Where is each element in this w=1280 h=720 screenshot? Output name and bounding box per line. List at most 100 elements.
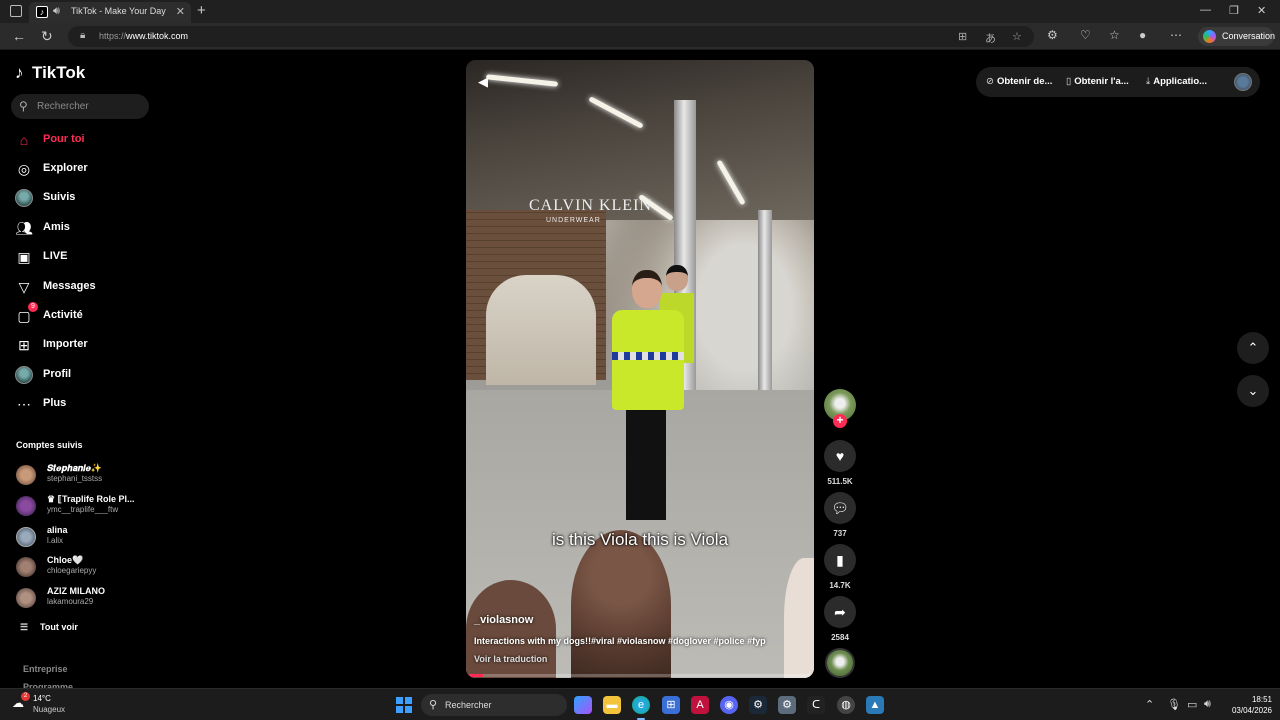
followed-account[interactable]: 𝑺𝒕𝒆𝒑𝒉𝒂𝒏𝒊𝒆✨ stephani_tsstss <box>16 463 156 489</box>
sound-disc-avatar[interactable] <box>825 648 855 678</box>
nav-item-activite[interactable]: ▢ 9 Activité <box>15 302 155 328</box>
profile-avatar-icon[interactable]: ● <box>1139 28 1146 42</box>
tiktok-favicon-icon: ♪ <box>36 6 48 18</box>
heart-icon: ♥ <box>835 448 845 464</box>
new-tab-button[interactable]: + <box>197 2 206 19</box>
save-button[interactable]: ▮ <box>824 544 856 576</box>
favorite-star-icon[interactable]: ☆ <box>1012 30 1022 43</box>
footer-link[interactable]: Entreprise <box>23 664 68 674</box>
avatar <box>16 496 36 516</box>
app-icon[interactable]: ᑕ <box>807 696 825 714</box>
tray-chevron-up-icon[interactable]: ⌃ <box>1145 698 1154 711</box>
url-field[interactable]: 🔒︎ https://www.tiktok.com ⊞ あ ☆ <box>68 26 1034 47</box>
video-progress-bar[interactable] <box>466 674 814 677</box>
tab-title: TikTok - Make Your Day <box>71 6 166 16</box>
url-text: https://www.tiktok.com <box>99 31 189 41</box>
get-app-link[interactable]: ▯ Obtenir l'a... <box>1066 76 1129 87</box>
followed-account[interactable]: alina l.alix <box>16 525 156 551</box>
translate-icon[interactable]: あ <box>985 30 996 46</box>
share-icon: ➦ <box>834 604 846 620</box>
microphone-icon[interactable]: 🎙︎ <box>1167 698 1181 711</box>
search-input[interactable]: ⚲ Rechercher <box>11 94 149 119</box>
video-caption: is this Viola this is Viola <box>551 530 729 549</box>
follow-plus-icon[interactable]: + <box>833 414 847 428</box>
browser-tab[interactable]: ♪ 🔊︎ TikTok - Make Your Day ✕ <box>29 2 191 23</box>
coin-icon: ⊘ <box>986 76 994 87</box>
nav-item-importer[interactable]: ⊞ Importer <box>15 335 155 357</box>
more-icon: ⋯ <box>17 396 31 412</box>
nav-item-suivis[interactable]: Suivis <box>15 188 155 210</box>
like-button[interactable]: ♥ <box>824 440 856 472</box>
nav-item-pour-toi[interactable]: ⌂ Pour toi <box>15 130 155 152</box>
favorites-icon[interactable]: ☆ <box>1109 28 1120 42</box>
window-menu-icon[interactable] <box>10 5 22 17</box>
network-icon[interactable]: ▭ <box>1187 698 1197 711</box>
nav-item-messages[interactable]: ▽ Messages <box>15 277 155 299</box>
back-icon[interactable]: ← <box>12 28 26 44</box>
comment-button[interactable]: 💬︎ <box>824 492 856 524</box>
acrobat-icon[interactable]: A <box>691 696 709 714</box>
share-button[interactable]: ➦ <box>824 596 856 628</box>
followed-account[interactable]: Chloe🤍 chloegariepyy <box>16 555 156 581</box>
photos-icon[interactable]: ▲ <box>866 696 884 714</box>
messages-icon: ▽ <box>18 279 30 295</box>
edge-browser-icon[interactable]: e <box>632 696 650 720</box>
maximize-icon[interactable]: ❐ <box>1229 4 1239 17</box>
lock-icon[interactable]: 🔒︎ <box>80 30 85 41</box>
avatar <box>16 465 36 485</box>
tiktok-logo[interactable]: ♪ TikTok <box>15 63 85 83</box>
file-explorer-icon[interactable]: ▬ <box>603 696 621 714</box>
steam-icon[interactable]: ⚙ <box>749 696 767 714</box>
start-button[interactable] <box>396 697 412 713</box>
friends-icon: 👥︎ <box>15 220 33 236</box>
next-video-button[interactable]: ⌄ <box>1237 375 1269 407</box>
see-all-button[interactable]: ☰ Tout voir <box>20 622 78 633</box>
settings-icon[interactable]: ⚙ <box>778 696 796 714</box>
get-coins-link[interactable]: ⊘ Obtenir de... <box>986 76 1052 87</box>
see-translation-link[interactable]: Voir la traduction <box>474 654 547 664</box>
taskbar-search[interactable]: ⚲ Rechercher <box>421 694 567 716</box>
discord-icon[interactable]: ◉ <box>720 696 738 714</box>
home-icon: ⌂ <box>19 132 29 148</box>
app-icon[interactable]: ◍ <box>837 696 855 714</box>
video-player[interactable]: CALVIN KLEIN UNDERWEAR ◀ is this Viola t… <box>466 60 814 678</box>
nav-item-plus[interactable]: ⋯ Plus <box>15 394 155 416</box>
nav-item-amis[interactable]: 👥︎ Amis <box>15 218 155 240</box>
close-window-icon[interactable]: ✕ <box>1257 4 1266 17</box>
nav-item-profil[interactable]: Profil <box>15 365 155 387</box>
app-available-icon[interactable]: ⊞ <box>958 30 967 43</box>
minimize-icon[interactable]: — <box>1200 4 1211 16</box>
followed-accounts-title: Comptes suivis <box>16 440 83 450</box>
followed-account[interactable]: ♛ ⟦Traplife Role Pl... ymc__traplife___f… <box>16 494 156 520</box>
upload-icon: ⊞ <box>18 337 30 353</box>
comment-icon: 💬︎ <box>831 500 849 516</box>
clock[interactable]: 18:51 03/04/2026 <box>1220 694 1272 716</box>
like-count: 511.5K <box>827 477 853 486</box>
video-progress-fill <box>466 674 484 677</box>
followed-account[interactable]: AZIZ MILANO lakamoura29 <box>16 586 156 612</box>
top-right-links: ⊘ Obtenir de... ▯ Obtenir l'a... ⤓ Applicat… <box>976 67 1260 97</box>
share-count: 2584 <box>831 633 849 642</box>
user-avatar[interactable] <box>1234 73 1252 91</box>
search-placeholder: Rechercher <box>37 101 89 112</box>
close-tab-icon[interactable]: ✕ <box>176 5 185 18</box>
speaker-icon[interactable]: 🔊︎ <box>53 5 60 18</box>
nav-item-live[interactable]: ▣ LIVE <box>15 247 155 269</box>
copilot-conversation-button[interactable]: Conversation <box>1198 27 1275 46</box>
settings-more-icon[interactable]: ⋯ <box>1170 28 1182 42</box>
volume-icon[interactable]: 🔊︎ <box>1204 698 1211 711</box>
copilot-app-icon[interactable] <box>574 696 592 714</box>
activity-badge: 9 <box>28 302 38 312</box>
desktop-app-link[interactable]: ⤓ Applicatio... <box>1146 76 1207 87</box>
previous-video-button[interactable]: ⌃ <box>1237 332 1269 364</box>
video-frame-dog <box>571 530 671 678</box>
store-icon[interactable]: ⊞ <box>662 696 680 714</box>
phone-icon: ▯ <box>1066 76 1072 87</box>
nav-item-explorer[interactable]: ◎ Explorer <box>15 159 155 181</box>
browser-essentials-icon[interactable]: ♡ <box>1080 28 1091 42</box>
refresh-icon[interactable]: ↻ <box>41 28 53 45</box>
volume-icon[interactable]: ◀ <box>478 74 488 90</box>
video-frame-shop <box>486 275 596 385</box>
video-author[interactable]: _violasnow <box>474 614 533 626</box>
extensions-icon[interactable]: ⚙ <box>1047 28 1058 42</box>
